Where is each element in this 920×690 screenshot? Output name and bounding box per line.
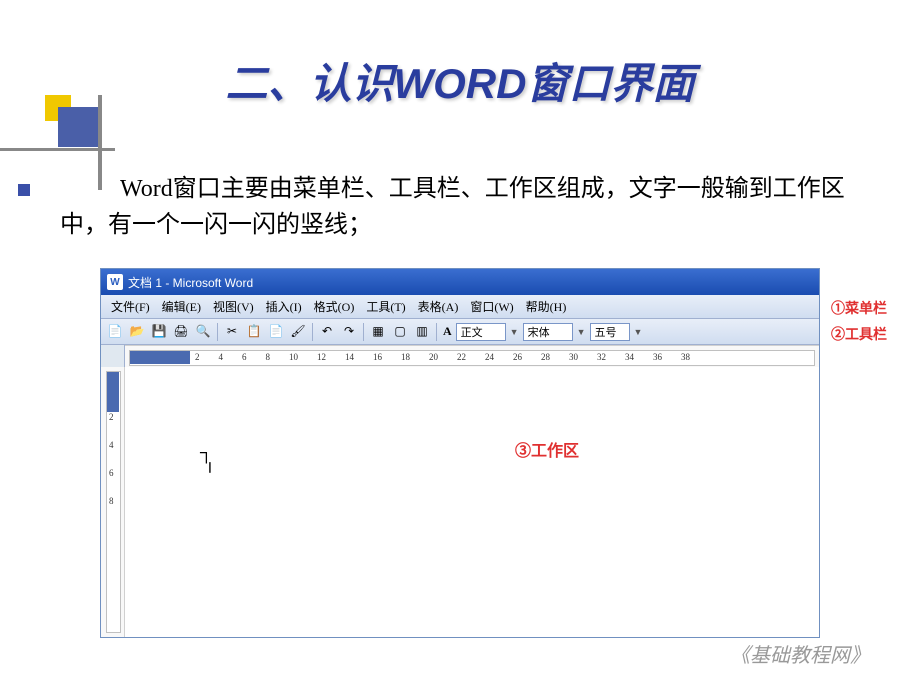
separator <box>363 323 364 341</box>
undo-icon[interactable]: ↶ <box>317 322 337 342</box>
separator <box>217 323 218 341</box>
ruler-horizontal-area: 2468101214161820222426283032343638 <box>101 345 819 367</box>
chevron-down-icon[interactable]: ▼ <box>508 327 521 337</box>
ruler-corner <box>101 345 125 367</box>
document-area[interactable]: ┐ ╵ ③工作区 <box>125 367 819 637</box>
copy-icon[interactable]: 📋 <box>244 322 264 342</box>
slide-title: 二、认识WORD窗口界面 <box>0 50 920 111</box>
body-area: Word窗口主要由菜单栏、工具栏、工作区组成，文字一般输到工作区中，有一个一闪一… <box>0 131 920 638</box>
separator <box>312 323 313 341</box>
word-title-text: 文档 1 - Microsoft Word <box>128 274 253 291</box>
size-selector[interactable]: 五号 <box>590 323 630 341</box>
word-titlebar: W 文档 1 - Microsoft Word <box>101 269 819 295</box>
format-painter-icon[interactable]: 🖌 <box>288 322 308 342</box>
menu-file[interactable]: 文件(F) <box>105 296 156 317</box>
separator <box>436 323 437 341</box>
font-selector[interactable]: 宋体 <box>523 323 573 341</box>
menu-window[interactable]: 窗口(W) <box>464 296 519 317</box>
ruler-h-numbers: 2468101214161820222426283032343638 <box>195 352 690 362</box>
ruler-margin-indicator <box>130 351 190 364</box>
ruler-horizontal[interactable]: 2468101214161820222426283032343638 <box>125 345 819 367</box>
ruler-vertical[interactable]: 2468 <box>101 367 125 637</box>
menu-edit[interactable]: 编辑(E) <box>156 296 207 317</box>
annotation-workarea: ③工作区 <box>515 437 579 461</box>
menu-help[interactable]: 帮助(H) <box>520 296 573 317</box>
paste-icon[interactable]: 📄 <box>266 322 286 342</box>
save-icon[interactable]: 💾 <box>149 322 169 342</box>
annotation-toolbar: ②工具栏 <box>831 324 887 344</box>
menu-format[interactable]: 格式(O) <box>308 296 361 317</box>
menu-tools[interactable]: 工具(T) <box>360 296 411 317</box>
menu-table[interactable]: 表格(A) <box>412 296 465 317</box>
chevron-down-icon[interactable]: ▼ <box>632 327 645 337</box>
columns-icon[interactable]: ▥ <box>412 322 432 342</box>
bullet-icon <box>18 184 30 196</box>
body-text: Word窗口主要由菜单栏、工具栏、工作区组成，文字一般输到工作区中，有一个一闪一… <box>50 171 870 243</box>
border-icon[interactable]: ▢ <box>390 322 410 342</box>
word-app-icon: W <box>107 274 123 290</box>
style-prefix-label: A <box>441 324 454 339</box>
chevron-down-icon[interactable]: ▼ <box>575 327 588 337</box>
style-selector[interactable]: 正文 <box>456 323 506 341</box>
open-icon[interactable]: 📂 <box>127 322 147 342</box>
word-menubar: 文件(F) 编辑(E) 视图(V) 插入(I) 格式(O) 工具(T) 表格(A… <box>101 295 819 319</box>
text-cursor-icon: ┐ ╵ <box>200 442 215 484</box>
redo-icon[interactable]: ↷ <box>339 322 359 342</box>
cut-icon[interactable]: ✂ <box>222 322 242 342</box>
menu-view[interactable]: 视图(V) <box>207 296 260 317</box>
slide-footer: 《基础教程网》 <box>730 639 870 668</box>
table-icon[interactable]: ▦ <box>368 322 388 342</box>
print-icon[interactable]: 🖨 <box>171 322 191 342</box>
annotation-menubar: ①菜单栏 <box>831 298 887 318</box>
menu-insert[interactable]: 插入(I) <box>260 296 308 317</box>
ruler-v-numbers: 2468 <box>109 412 114 506</box>
word-toolbar: 📄 📂 💾 🖨 🔍 ✂ 📋 📄 🖌 ↶ ↷ ▦ ▢ ▥ A 正文 <box>101 319 819 345</box>
preview-icon[interactable]: 🔍 <box>193 322 213 342</box>
title-area: 二、认识WORD窗口界面 <box>0 0 920 131</box>
slide: 二、认识WORD窗口界面 Word窗口主要由菜单栏、工具栏、工作区组成，文字一般… <box>0 0 920 690</box>
ruler-v-margin-indicator <box>107 372 119 412</box>
word-window-screenshot: ①菜单栏 ②工具栏 W 文档 1 - Microsoft Word 文件(F) … <box>100 268 820 638</box>
work-area: 2468 ┐ ╵ ③工作区 <box>101 367 819 637</box>
new-doc-icon[interactable]: 📄 <box>105 322 125 342</box>
